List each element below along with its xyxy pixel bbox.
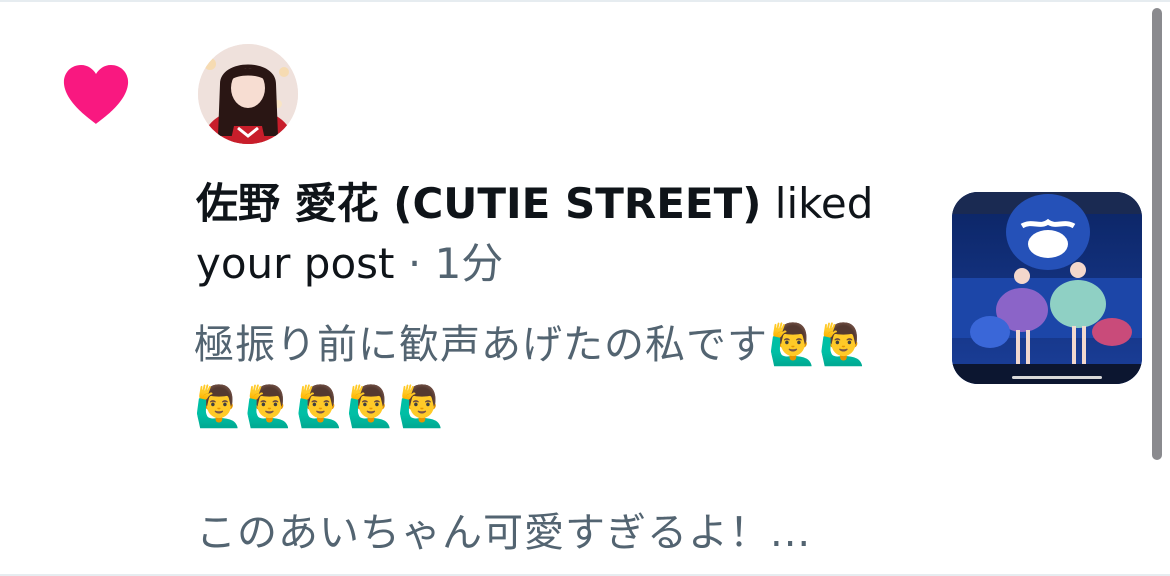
post-thumbnail[interactable]	[952, 192, 1142, 384]
scrollbar[interactable]	[1152, 8, 1162, 460]
post-text-continuation[interactable]: このあいちゃん可愛すぎるよ！...	[196, 502, 896, 564]
timestamp: 1分	[434, 239, 504, 288]
heart-icon	[63, 65, 129, 124]
like-notification[interactable]: 佐野 愛花 (CUTIE STREET) liked your post · 1…	[0, 2, 1150, 574]
post-text[interactable]: 極振り前に歓声あげたの私です🙋‍♂️🙋‍♂️🙋‍♂️🙋‍♂️🙋‍♂️🙋‍♂️🙋‍…	[194, 314, 894, 438]
notification-headline: 佐野 愛花 (CUTIE STREET) liked your post · 1…	[196, 174, 896, 294]
avatar[interactable]	[198, 44, 298, 144]
author-name[interactable]: 佐野 愛花 (CUTIE STREET)	[196, 179, 761, 228]
separator: ·	[394, 239, 435, 288]
